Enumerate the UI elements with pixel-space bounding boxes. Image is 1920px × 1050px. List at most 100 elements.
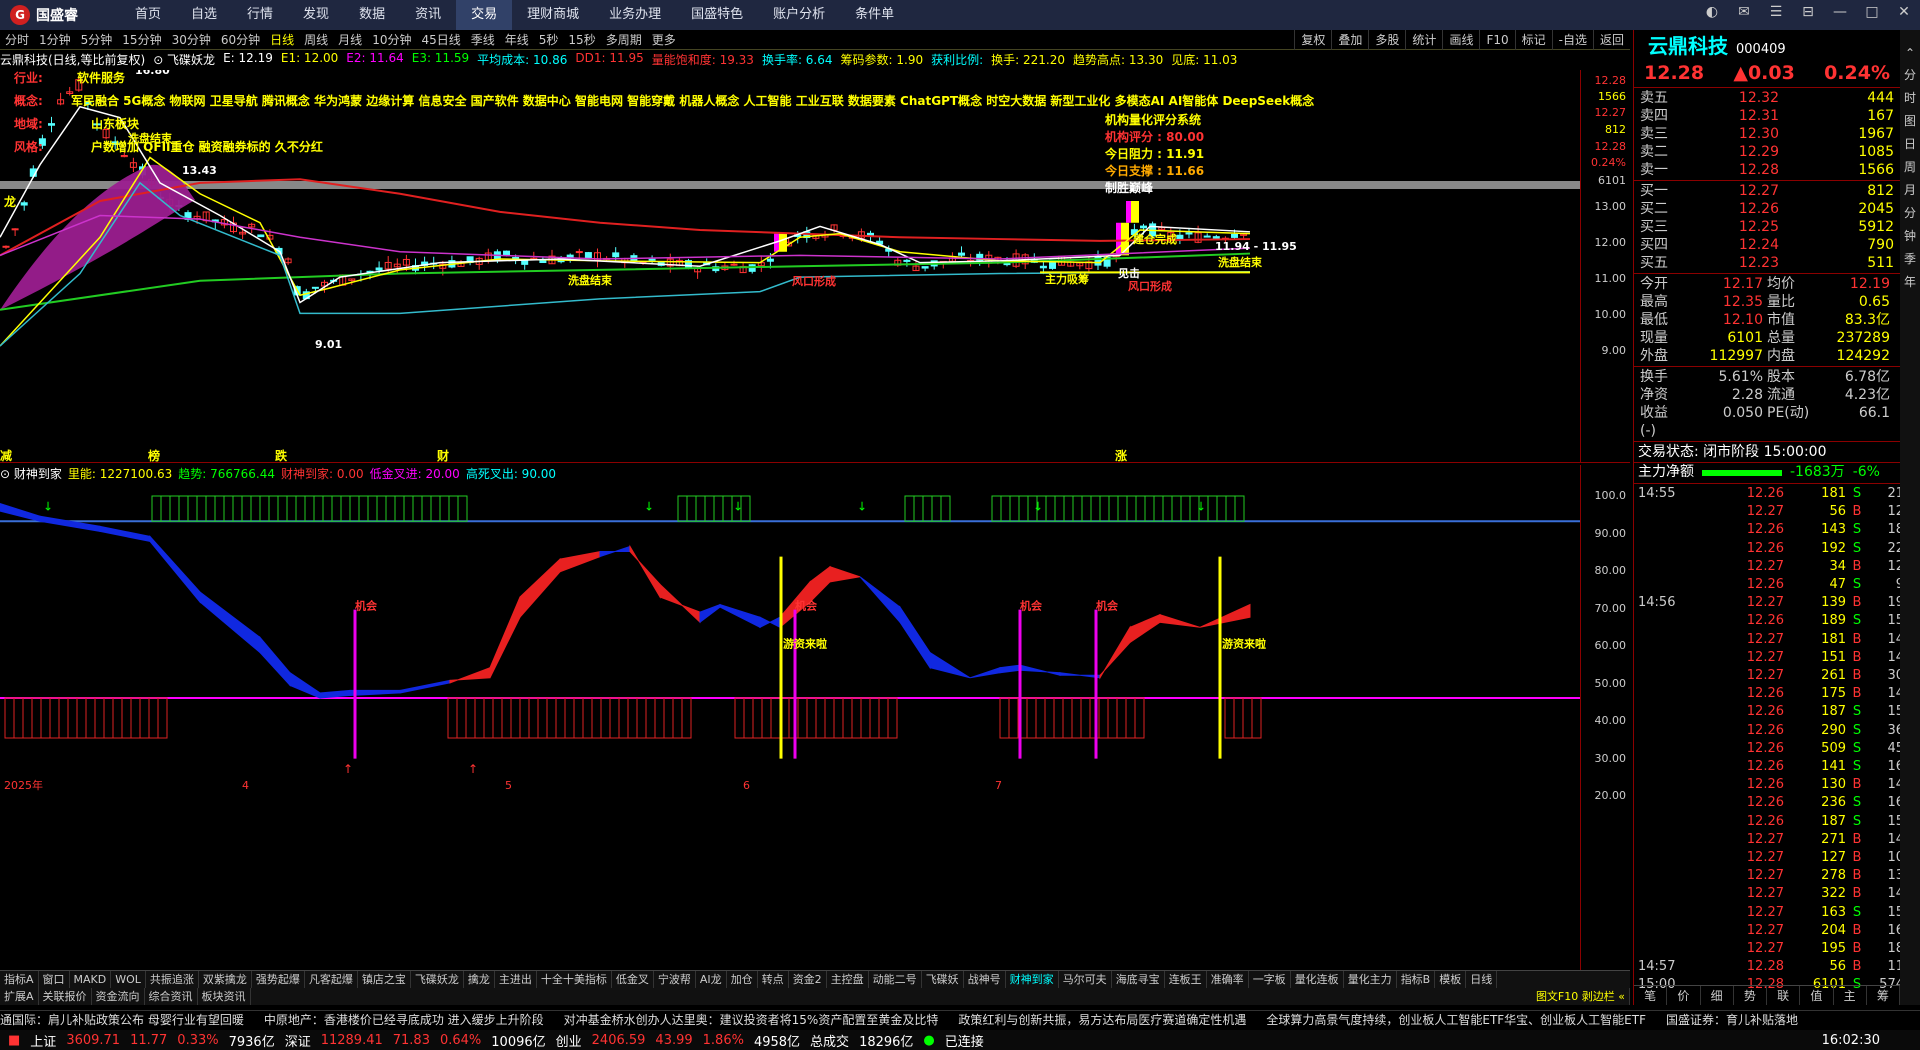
indicator-tab[interactable]: 量化连板 <box>1291 970 1344 989</box>
sidebar-item[interactable]: 周 <box>1904 158 1916 175</box>
period-tab[interactable]: 30分钟 <box>167 30 216 50</box>
menu-item[interactable]: 账户分析 <box>758 0 840 30</box>
indicator-tab[interactable]: 飞碟妖龙 <box>411 970 464 989</box>
tool-button[interactable]: -自选 <box>1551 30 1593 50</box>
indicator-tab[interactable]: 强势起爆 <box>252 970 305 989</box>
book-price[interactable]: 12.26 <box>1680 200 1787 218</box>
tool-button[interactable]: 叠加 <box>1331 30 1368 50</box>
period-tab[interactable]: 15秒 <box>563 30 600 50</box>
menu-item[interactable]: 条件单 <box>840 0 909 30</box>
period-tab[interactable]: 周线 <box>299 30 333 50</box>
indicator-tab[interactable]: WOL <box>111 970 146 989</box>
menu-item[interactable]: 理财商城 <box>512 0 594 30</box>
book-price[interactable]: 12.27 <box>1680 182 1787 200</box>
indicator-tab[interactable]: 十全十美指标 <box>537 970 612 989</box>
quote-panel-tab[interactable]: 值 <box>1800 986 1834 1005</box>
indicator-tab[interactable]: 窗口 <box>39 970 70 989</box>
sidebar-item[interactable]: ⌃ <box>1905 46 1915 60</box>
sub-chart[interactable]: 机会 机会 机会 机会 游资来啦 游资来啦 ↓ ↓ ↓ ↓ ↓ ↓ ↑ ↑ 2025年 4 5 6 7 100.0 9… <box>0 465 1630 970</box>
period-tab[interactable]: 更多 <box>647 30 681 50</box>
window-control-icon[interactable]: ✉ <box>1734 4 1754 20</box>
indicator-tab[interactable]: 镇店之宝 <box>358 970 411 989</box>
window-control-icon[interactable]: — <box>1830 4 1850 20</box>
indicator-tab[interactable]: 战神号 <box>964 970 1006 989</box>
quote-panel-tab[interactable]: 笔 <box>1634 986 1668 1005</box>
period-tab[interactable]: 15分钟 <box>117 30 166 50</box>
indicator-tab[interactable]: 量化主力 <box>1344 970 1397 989</box>
period-tab[interactable]: 分时 <box>0 30 34 50</box>
indicator-tab[interactable]: 转点 <box>758 970 789 989</box>
tool-button[interactable]: 多股 <box>1368 30 1405 50</box>
indicator-tab[interactable]: 指标A <box>0 970 39 989</box>
cy-label[interactable]: 创业 <box>556 1031 582 1050</box>
book-price[interactable]: 12.23 <box>1680 254 1787 272</box>
indicator-tab[interactable]: 指标B <box>1397 970 1436 989</box>
sidebar-item[interactable]: 分 <box>1904 204 1916 221</box>
indicator-tab[interactable]: 资金2 <box>789 970 827 989</box>
menu-item[interactable]: 发现 <box>288 0 344 30</box>
menu-item[interactable]: 交易 <box>456 0 513 30</box>
period-tab[interactable]: 月线 <box>333 30 367 50</box>
indicator-tab[interactable]: 飞碟妖 <box>922 970 964 989</box>
indicator-tab[interactable]: 动能二号 <box>869 970 922 989</box>
indicator-tab[interactable]: 模板 <box>1435 970 1467 989</box>
app-logo[interactable]: G 国盛睿 <box>0 0 120 30</box>
indicator-tab[interactable]: 财神到家 <box>1006 970 1059 989</box>
sh-label[interactable]: 上证 <box>30 1031 56 1050</box>
period-tab[interactable]: 60分钟 <box>216 30 265 50</box>
indicator-tab[interactable]: MAKD <box>70 970 112 989</box>
menu-item[interactable]: 自选 <box>176 0 232 30</box>
quote-panel-tab[interactable]: 联 <box>1767 986 1801 1005</box>
news-item[interactable]: 政策红利与创新共振，易方达布局医疗赛道确定性机遇 <box>958 1011 1246 1028</box>
tool-button[interactable]: 统计 <box>1405 30 1442 50</box>
sidebar-item[interactable]: 图 <box>1904 112 1916 129</box>
indicator-tab[interactable]: 日线 <box>1466 970 1498 989</box>
news-item[interactable]: 国盛证券：育儿补贴落地 <box>1666 1011 1798 1028</box>
menu-item[interactable]: 首页 <box>120 0 176 30</box>
tool-button[interactable]: 复权 <box>1294 30 1331 50</box>
news-item[interactable]: 全球算力高景气度持续，创业板人工智能ETF华宝、创业板人工智能ETF <box>1266 1011 1646 1028</box>
quote-panel-tab[interactable]: 势 <box>1734 986 1767 1005</box>
sidebar-item[interactable]: 季 <box>1904 250 1916 267</box>
book-price[interactable]: 12.30 <box>1680 125 1787 143</box>
indicator-tab[interactable]: 加仓 <box>727 970 758 989</box>
indicator-tab[interactable]: 双紫擒龙 <box>199 970 252 989</box>
book-price[interactable]: 12.25 <box>1680 218 1787 236</box>
quote-panel-tab[interactable]: 筹 <box>1867 986 1900 1005</box>
sidebar-item[interactable]: 钟 <box>1904 227 1916 244</box>
news-item[interactable]: 中原地产：香港楼价已经寻底成功 进入缓步上升阶段 <box>264 1011 544 1028</box>
book-price[interactable]: 12.28 <box>1680 161 1787 179</box>
extension-tab[interactable]: 板块资讯 <box>198 988 251 1005</box>
period-tab[interactable]: 10分钟 <box>367 30 416 50</box>
indicator-tab[interactable]: 共振追涨 <box>146 970 199 989</box>
book-price[interactable]: 12.29 <box>1680 143 1787 161</box>
tool-button[interactable]: 标记 <box>1514 30 1552 50</box>
indicator-tab[interactable]: 连板王 <box>1165 970 1207 989</box>
window-control-icon[interactable]: ☰ <box>1766 4 1786 20</box>
sidebar-item[interactable]: 时 <box>1904 89 1916 106</box>
menu-item[interactable]: 行情 <box>232 0 288 30</box>
sz-label[interactable]: 深证 <box>285 1031 311 1050</box>
quote-panel-tab[interactable]: 细 <box>1701 986 1734 1005</box>
extension-tab[interactable]: 资金流向 <box>92 988 145 1005</box>
indicator-tab[interactable]: 马尔可夫 <box>1059 970 1112 989</box>
menu-item[interactable]: 业务办理 <box>594 0 676 30</box>
sidebar-item[interactable]: 月 <box>1904 181 1916 198</box>
indicator-tab[interactable]: 一字板 <box>1249 970 1291 989</box>
period-tab[interactable]: 5分钟 <box>76 30 118 50</box>
sidebar-item[interactable]: 分 <box>1904 66 1916 83</box>
indicator-tab[interactable]: 凡客起爆 <box>305 970 358 989</box>
indicator-tab[interactable]: AI龙 <box>696 970 727 989</box>
window-control-icon[interactable]: ⊟ <box>1798 4 1818 20</box>
indicator-tab[interactable]: 擒龙 <box>464 970 495 989</box>
menu-item[interactable]: 资讯 <box>400 0 456 30</box>
book-price[interactable]: 12.32 <box>1680 89 1787 107</box>
tick-list[interactable]: 14:55 12.26 181 S 21 12.27 56 B 12 12.26 143 S 18 12.… <box>1634 485 1904 995</box>
indicator-tab[interactable]: 低金叉 <box>612 970 654 989</box>
tool-button[interactable]: 返回 <box>1592 30 1630 50</box>
window-control-icon[interactable]: □ <box>1862 4 1882 20</box>
book-price[interactable]: 12.31 <box>1680 107 1787 125</box>
extension-tab[interactable]: 综合资讯 <box>145 988 198 1005</box>
kline-chart[interactable]: 16.80 9.01 13.43 洗盘结束 洗盘结束 洗盘结束 风口形成 风口形成 主力吸筹 建仓… <box>0 64 1630 463</box>
sidebar-item[interactable]: 年 <box>1904 273 1916 290</box>
